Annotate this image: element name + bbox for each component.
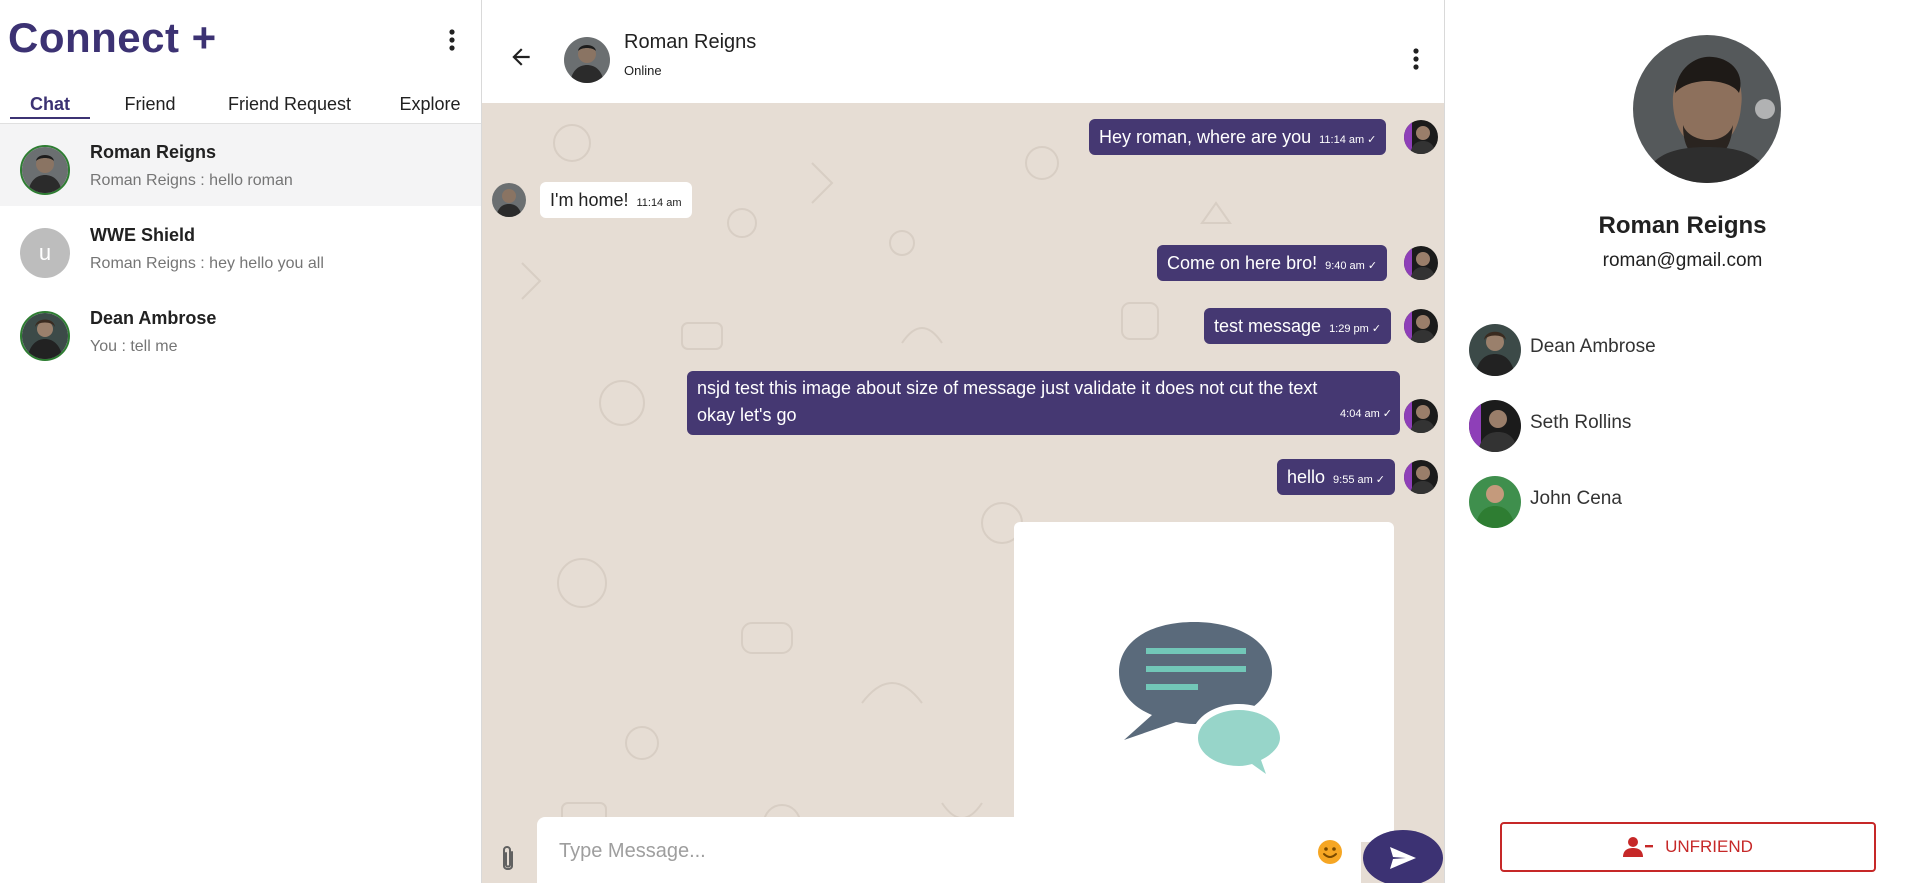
active-tab-indicator — [10, 117, 90, 119]
sender-avatar — [1404, 246, 1438, 280]
message-status-icon: ✓ — [1371, 323, 1382, 335]
chat-list-item[interactable]: Dean Ambrose You : tell me — [0, 290, 481, 372]
message-time: 9:40 am — [1325, 260, 1365, 272]
message-time: 11:14 am — [636, 197, 682, 209]
avatar: u — [20, 228, 70, 278]
emoji-icon — [1318, 840, 1342, 864]
chat-header-name: Roman Reigns — [624, 31, 757, 53]
message-bubble-outgoing: nsjd test this image about size of messa… — [687, 371, 1400, 435]
message-text: Come on here bro! — [1167, 253, 1318, 273]
message-time: 9:55 am — [1333, 474, 1373, 486]
send-button[interactable] — [1363, 830, 1443, 883]
chat-last-message: Roman Reigns : hello roman — [90, 172, 293, 189]
message-bubble-incoming: I'm home! 11:14 am — [540, 182, 692, 218]
message-composer — [537, 817, 1361, 883]
chat-name: Roman Reigns — [90, 142, 217, 162]
send-icon — [1390, 847, 1416, 869]
attach-icon — [503, 846, 513, 870]
chat-bubbles-illustration — [1119, 622, 1286, 782]
tab-explore[interactable]: Explore — [388, 86, 472, 122]
chat-header-avatar — [564, 37, 610, 83]
remove-user-icon — [1623, 837, 1654, 857]
profile-panel: Roman Reigns roman@gmail.com Dean Ambros… — [1445, 0, 1920, 883]
back-button[interactable] — [508, 44, 538, 74]
friend-list-item[interactable]: Dean Ambrose — [1469, 322, 1889, 378]
message-time: 4:04 am — [1340, 408, 1380, 420]
tab-friend-request[interactable]: Friend Request — [212, 86, 367, 122]
message-list[interactable]: Hey roman, where are you 11:14 am ✓ I'm ho… — [482, 103, 1444, 883]
unfriend-button[interactable]: UNFRIEND — [1500, 822, 1876, 872]
chat-list-item[interactable]: Roman Reigns Roman Reigns : hello roman — [0, 124, 481, 206]
chat-last-message: You : tell me — [90, 338, 178, 355]
image-message[interactable] — [1014, 522, 1394, 842]
tab-friend[interactable]: Friend — [110, 86, 190, 122]
message-time: 11:14 am — [1319, 134, 1365, 146]
attach-button[interactable] — [496, 844, 522, 876]
avatar — [1469, 324, 1521, 376]
sender-avatar — [1404, 120, 1438, 154]
message-bubble-outgoing: Come on here bro! 9:40 am ✓ — [1157, 245, 1388, 281]
sidebar-menu-button[interactable] — [440, 28, 464, 52]
avatar — [1469, 476, 1521, 528]
message-text: Hey roman, where are you — [1099, 127, 1312, 147]
more-vert-icon — [449, 29, 455, 51]
chat-name: Dean Ambrose — [90, 308, 217, 328]
conversations-sidebar: Connect + Chat Friend Friend Request Exp… — [0, 0, 481, 883]
friend-list-item[interactable]: John Cena — [1469, 474, 1889, 530]
back-arrow-icon — [512, 48, 530, 66]
profile-email: roman@gmail.com — [1602, 250, 1763, 271]
sender-avatar — [1404, 399, 1438, 433]
app-title: Connect + — [8, 14, 217, 61]
chat-name: WWE Shield — [90, 225, 195, 245]
chat-last-message: Roman Reigns : hey hello you all — [90, 255, 324, 272]
friend-list-item[interactable]: Seth Rollins — [1469, 398, 1889, 454]
message-status-icon: ✓ — [1375, 474, 1385, 486]
message-text: hello — [1287, 467, 1326, 487]
profile-name: Roman Reigns — [1598, 212, 1767, 239]
message-text: I'm home! — [550, 190, 629, 210]
friend-name: Seth Rollins — [1530, 412, 1632, 433]
message-text: nsjd test this image about size of messa… — [697, 378, 1318, 425]
sender-avatar — [492, 183, 526, 217]
message-status-icon: ✓ — [1367, 134, 1377, 146]
message-input[interactable] — [557, 835, 1301, 867]
chat-header-status: Online — [624, 63, 662, 78]
avatar — [1469, 400, 1521, 452]
message-text: test message — [1214, 316, 1322, 336]
friend-name: John Cena — [1530, 488, 1622, 509]
chat-header: Roman Reigns Online — [482, 0, 1444, 103]
message-status-icon: ✓ — [1367, 260, 1378, 272]
chat-list-item[interactable]: u WWE Shield Roman Reigns : hey hello yo… — [0, 207, 481, 289]
more-vert-icon — [1413, 48, 1419, 70]
message-bubble-outgoing: Hey roman, where are you 11:14 am ✓ — [1089, 119, 1387, 155]
message-status-icon: ✓ — [1382, 408, 1392, 420]
avatar — [20, 145, 70, 195]
message-bubble-outgoing: hello 9:55 am ✓ — [1277, 459, 1395, 495]
avatar — [20, 311, 70, 361]
sender-avatar — [1404, 460, 1438, 494]
sender-avatar — [1404, 309, 1438, 343]
message-time: 1:29 pm — [1329, 323, 1369, 335]
unfriend-label: UNFRIEND — [1665, 837, 1753, 856]
message-bubble-outgoing: test message 1:29 pm ✓ — [1204, 308, 1392, 344]
friend-name: Dean Ambrose — [1530, 336, 1656, 357]
chat-menu-button[interactable] — [1404, 47, 1428, 71]
emoji-button[interactable] — [1317, 839, 1343, 865]
profile-avatar — [1633, 35, 1781, 183]
conversation-panel: Roman Reigns Online Hey roman, where are… — [481, 0, 1445, 883]
